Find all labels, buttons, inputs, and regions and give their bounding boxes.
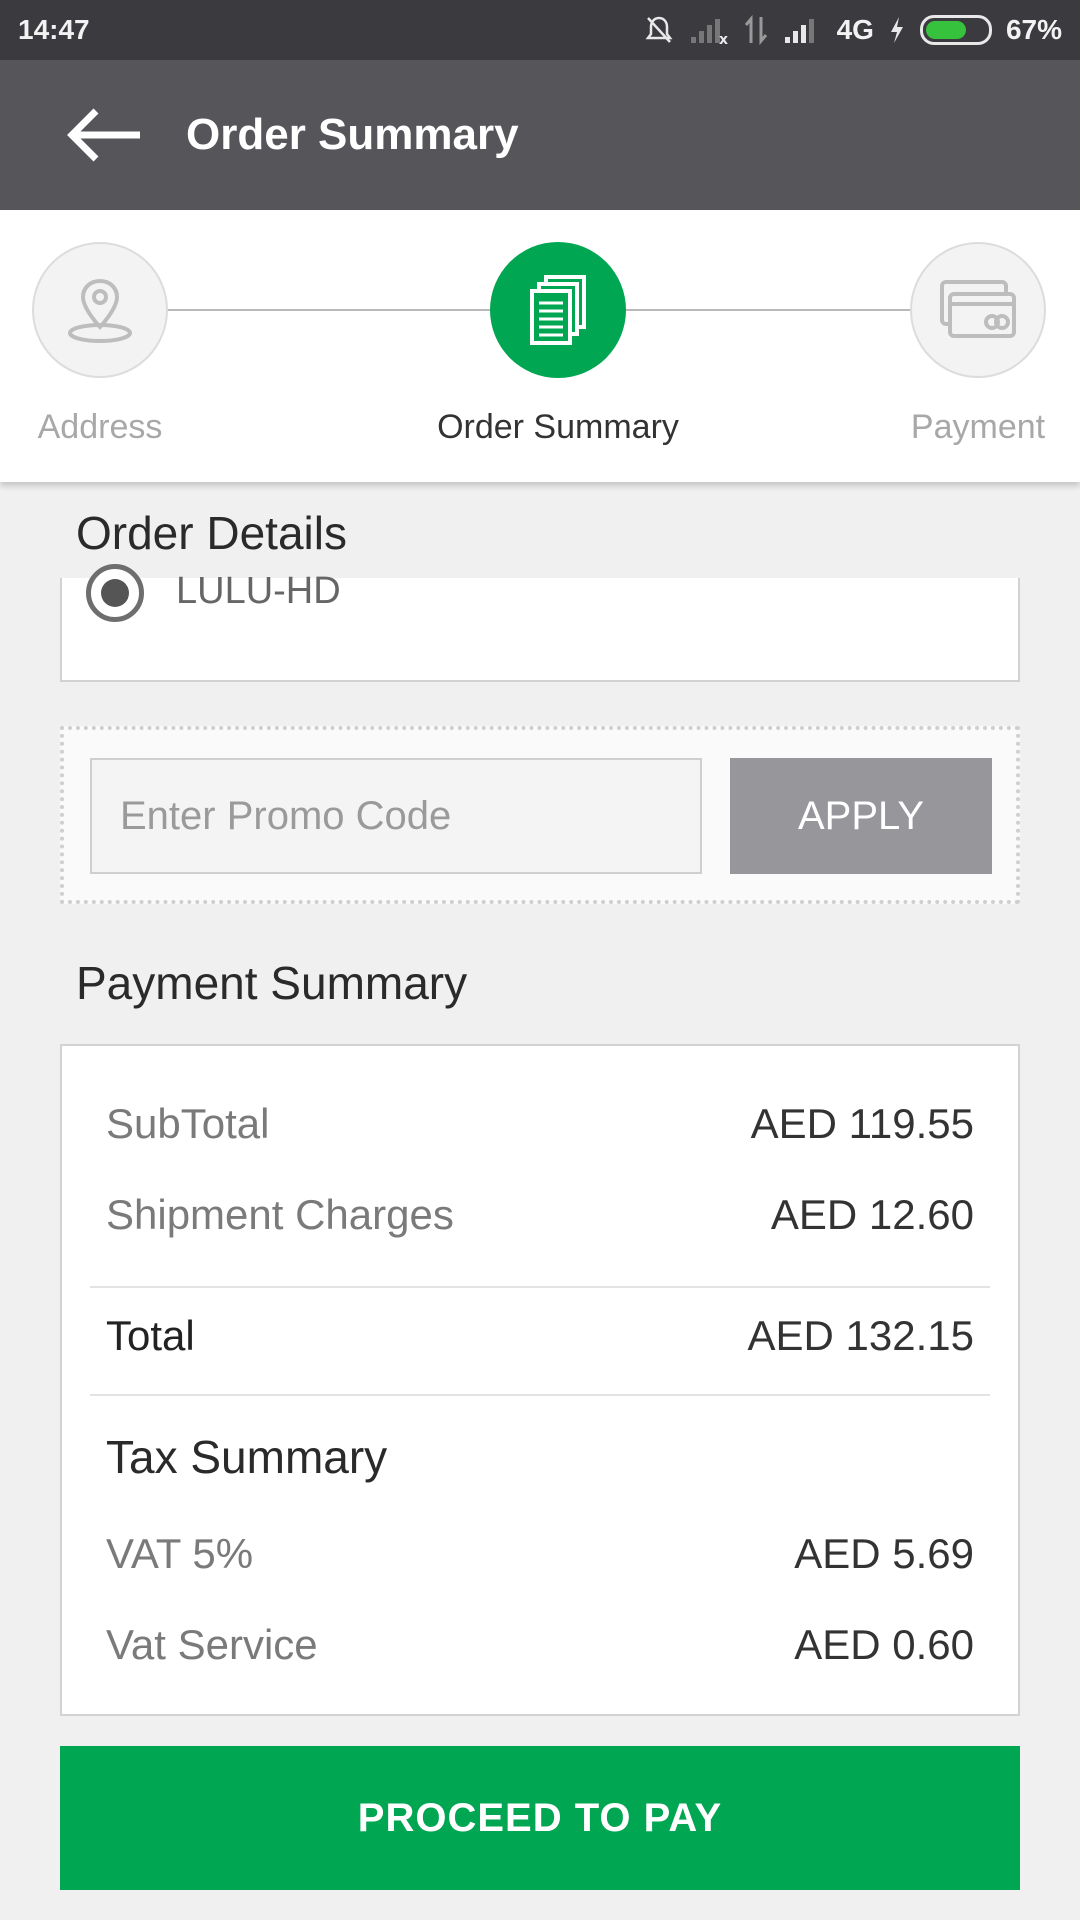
shipment-value: AED 12.60: [770, 1191, 974, 1238]
total-value: AED 132.15: [747, 1312, 975, 1359]
total-label: Total: [106, 1312, 195, 1359]
vat-service-label: Vat Service: [106, 1621, 318, 1668]
payment-summary-card: SubTotal AED 119.55 Shipment Charges AED…: [60, 1044, 1020, 1716]
back-arrow-icon: [67, 108, 140, 162]
tax-summary-heading: Tax Summary: [106, 1431, 388, 1483]
signal-icon: [784, 19, 814, 43]
documents-icon: [530, 275, 586, 345]
step-order-summary-label: Order Summary: [437, 408, 679, 446]
step-address[interactable]: [32, 242, 168, 378]
status-icons: x 4G 67%: [643, 14, 1062, 46]
battery-level: [925, 21, 967, 39]
vat-service-row: Vat Service AED 0.60: [106, 1621, 974, 1669]
credit-card-icon: [940, 280, 1016, 338]
promo-code-input[interactable]: [90, 758, 702, 874]
step-payment[interactable]: [910, 242, 1046, 378]
battery-percent: 67%: [1005, 14, 1062, 45]
data-transfer-icon: [744, 15, 767, 45]
proceed-to-pay-button[interactable]: PROCEED TO PAY: [60, 1746, 1020, 1890]
subtotal-row: SubTotal AED 119.55: [106, 1100, 974, 1148]
divider: [90, 1286, 990, 1288]
app-bar: Order Summary: [0, 60, 1080, 210]
step-connector: [168, 309, 490, 311]
step-order-summary[interactable]: [490, 242, 626, 378]
vat-value: AED 5.69: [794, 1530, 974, 1577]
charging-icon: [890, 17, 903, 43]
network-type: 4G: [836, 14, 874, 45]
shipping-option-label: LULU-HD: [176, 570, 341, 612]
step-connector: [626, 309, 910, 311]
radio-selected-dot: [101, 579, 129, 607]
shipment-row: Shipment Charges AED 12.60: [106, 1191, 974, 1239]
status-bar: 14:47 x 4G 67%: [0, 0, 1080, 60]
promo-code-box: APPLY: [60, 726, 1020, 904]
apply-button[interactable]: APPLY: [730, 758, 992, 874]
svg-text:x: x: [719, 32, 728, 45]
payment-summary-heading: Payment Summary: [76, 957, 468, 1009]
subtotal-label: SubTotal: [106, 1100, 270, 1147]
subtotal-value: AED 119.55: [750, 1100, 974, 1147]
location-pin-icon: [68, 278, 132, 343]
total-row: Total AED 132.15: [106, 1312, 974, 1360]
page-title: Order Summary: [186, 110, 519, 159]
checkout-stepper: Address Order Summary Payment: [0, 210, 1080, 482]
vat-label: VAT 5%: [106, 1530, 254, 1577]
bell-muted-icon: [645, 16, 673, 43]
shipping-option-card: LULU-HD: [60, 564, 1020, 682]
back-button[interactable]: [44, 75, 164, 195]
status-time: 14:47: [18, 14, 90, 45]
shipment-label: Shipment Charges: [106, 1191, 454, 1238]
step-payment-label: Payment: [910, 408, 1046, 446]
step-address-label: Address: [37, 408, 163, 446]
vat-service-value: AED 0.60: [794, 1621, 974, 1668]
vat-row: VAT 5% AED 5.69: [106, 1530, 974, 1578]
battery-icon: [919, 15, 992, 45]
shipping-radio[interactable]: [86, 564, 144, 622]
divider: [90, 1394, 990, 1396]
order-details-heading: Order Details: [76, 507, 347, 559]
signal-none-icon: x: [690, 19, 728, 45]
